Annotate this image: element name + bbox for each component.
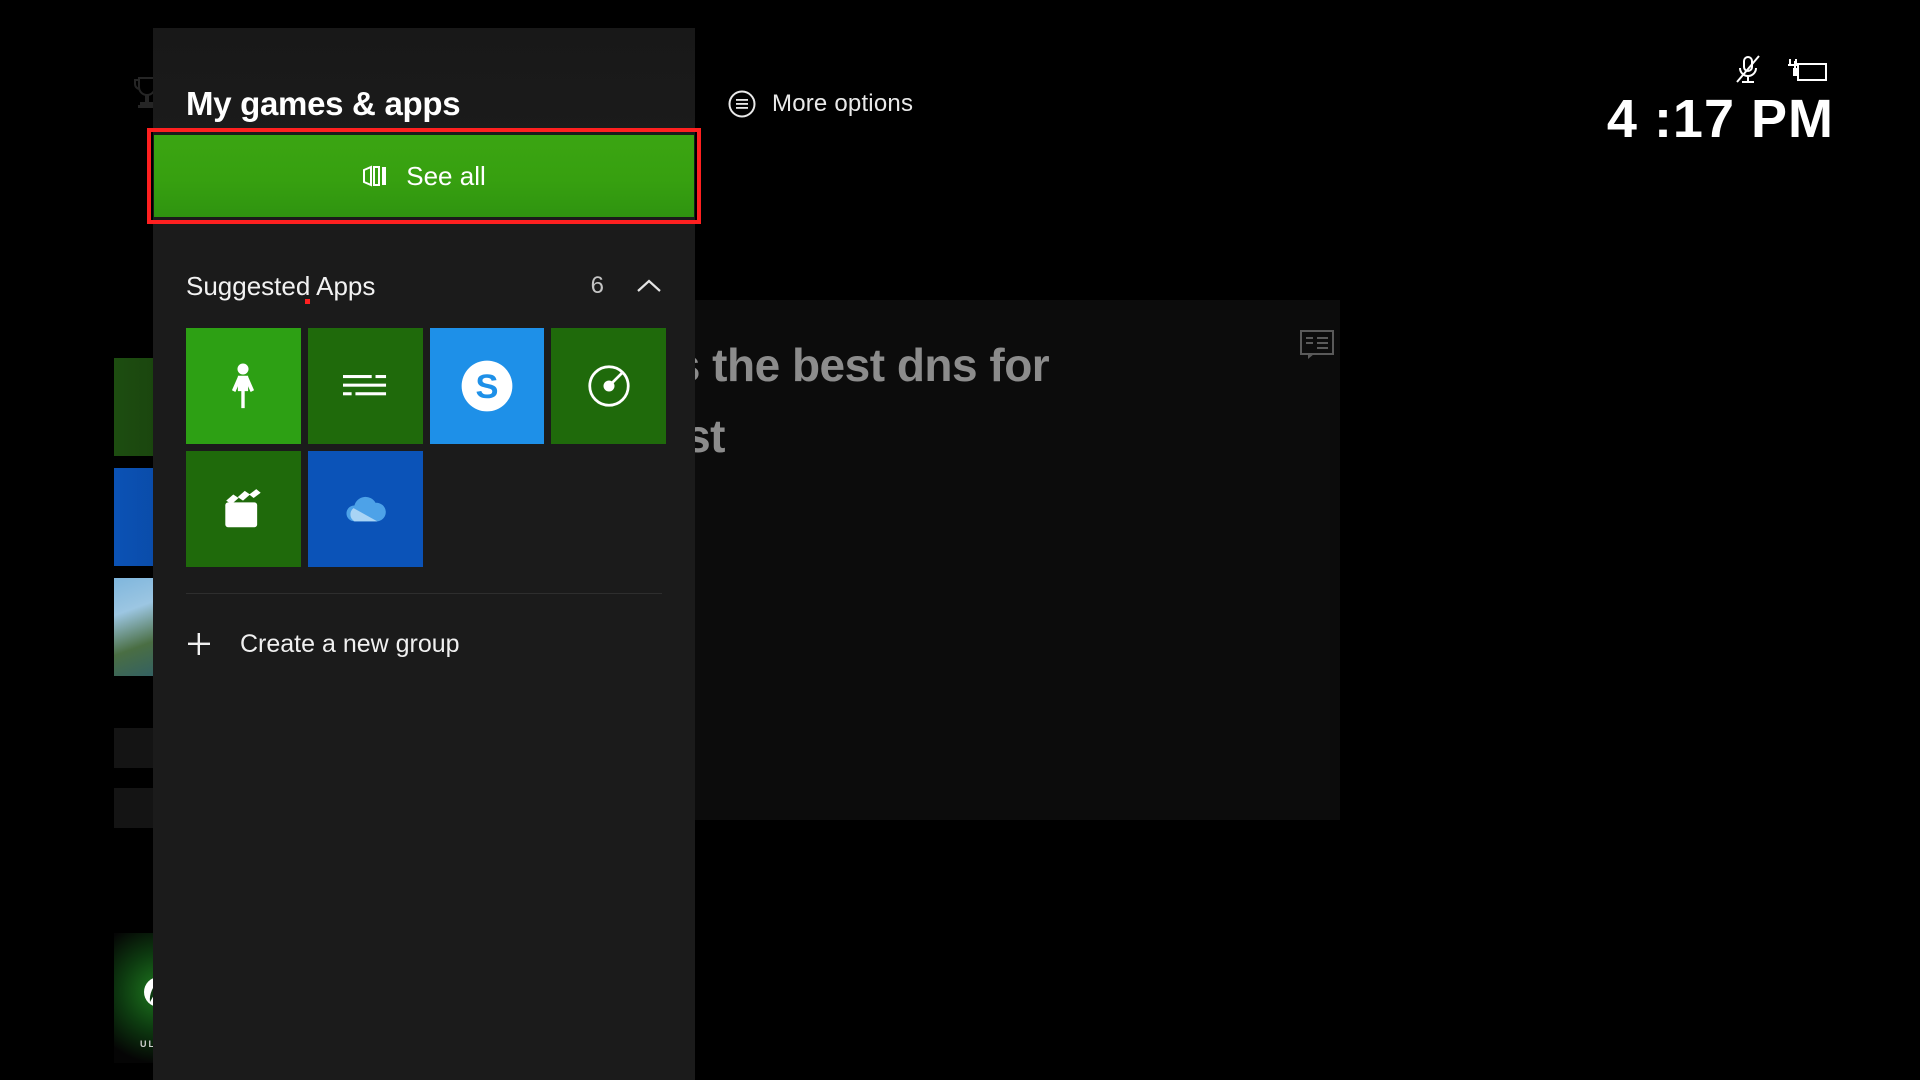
- suggested-apps-tile-grid: S: [186, 328, 666, 574]
- more-options-label: More options: [772, 90, 914, 117]
- see-all-label: See all: [406, 160, 486, 191]
- tile-row: S: [186, 328, 666, 444]
- person-avatar-icon: [226, 362, 260, 410]
- lines-list-icon: [343, 373, 387, 400]
- disc-icon: [587, 364, 631, 408]
- left-rail: ULT: [78, 28, 190, 1063]
- section-divider: [186, 593, 662, 594]
- my-games-and-apps-panel: My games & apps See all Suggested Apps 6: [147, 28, 701, 1080]
- tile-avatar-editor[interactable]: [186, 328, 301, 444]
- suggested-apps-count: 6: [590, 272, 604, 299]
- apps-grid-icon: [362, 163, 388, 189]
- svg-text:S: S: [475, 368, 498, 406]
- tile-empty-slot: [430, 451, 545, 567]
- chevron-up-icon[interactable]: [636, 278, 662, 294]
- status-icon-group: [1734, 55, 1828, 85]
- system-clock: 4 :17 PM: [1606, 89, 1834, 149]
- create-new-group-label: Create a new group: [240, 629, 460, 658]
- tile-text-app[interactable]: [307, 328, 423, 444]
- plus-icon: [186, 631, 212, 657]
- tile-skype[interactable]: S: [429, 328, 545, 444]
- skype-s-icon: S: [458, 357, 516, 415]
- see-all-highlight-box: See all: [147, 128, 701, 224]
- tile-blu-ray-player[interactable]: [551, 328, 666, 444]
- screen: ts the best dns for ast: [0, 0, 1920, 1080]
- suggested-apps-header[interactable]: Suggested Apps 6: [186, 268, 662, 304]
- cloud-icon: [342, 494, 388, 524]
- microphone-muted-icon: [1734, 55, 1762, 85]
- tile-empty-slot: [551, 451, 666, 567]
- clapperboard-icon: [220, 488, 266, 531]
- tile-onedrive[interactable]: [307, 451, 423, 567]
- more-options-button[interactable]: More options: [728, 84, 913, 124]
- hamburger-circle-icon: [728, 90, 756, 118]
- create-new-group-button[interactable]: Create a new group: [186, 620, 460, 668]
- tile-movies-and-tv[interactable]: [186, 451, 301, 567]
- suggested-apps-title: Suggested Apps: [186, 270, 376, 301]
- page-title: My games & apps: [186, 85, 461, 122]
- annotation-dot: [305, 299, 310, 304]
- battery-charging-icon: [1784, 57, 1828, 83]
- see-all-button[interactable]: See all: [154, 135, 694, 217]
- background-headline: ts the best dns for ast: [660, 339, 1050, 462]
- tile-row: [186, 451, 666, 567]
- message-badge-icon: [1300, 330, 1334, 360]
